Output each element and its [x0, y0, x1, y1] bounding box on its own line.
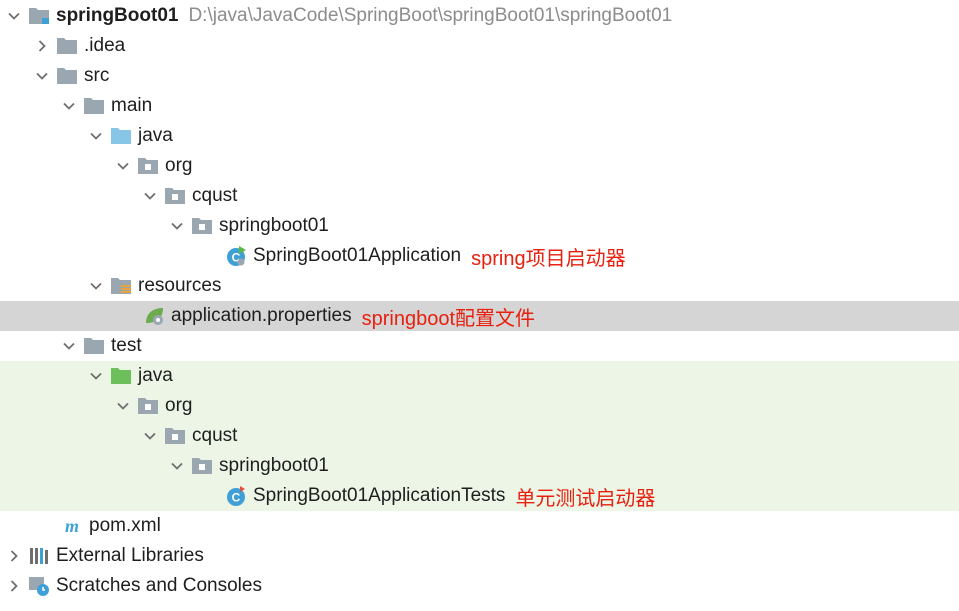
tree-node-label: cqust	[192, 425, 238, 446]
chevron-down-icon[interactable]	[61, 91, 77, 121]
tree-node-test-cqust[interactable]: cqust	[0, 421, 959, 451]
chevron-down-icon[interactable]	[88, 361, 104, 391]
chevron-down-icon[interactable]	[115, 391, 131, 421]
folder-icon	[83, 335, 105, 357]
tree-node-label: application.properties	[171, 305, 352, 326]
tree-node-pom[interactable]: pom.xml	[0, 511, 959, 541]
spring-properties-icon	[143, 305, 165, 327]
package-icon	[137, 395, 159, 417]
folder-icon	[56, 65, 78, 87]
tree-node-main[interactable]: main	[0, 91, 959, 121]
package-icon	[137, 155, 159, 177]
package-icon	[164, 185, 186, 207]
tree-node-label: cqust	[192, 185, 238, 206]
tree-node-main-cqust[interactable]: cqust	[0, 181, 959, 211]
project-path: D:\java\JavaCode\SpringBoot\springBoot01…	[188, 5, 673, 26]
tree-node-test[interactable]: test	[0, 331, 959, 361]
test-folder-icon	[110, 365, 132, 387]
tree-node-label: src	[84, 65, 110, 86]
package-icon	[191, 455, 213, 477]
scratches-icon	[28, 575, 50, 597]
folder-icon	[56, 35, 78, 57]
tree-node-main-java[interactable]: java	[0, 121, 959, 151]
chevron-down-icon[interactable]	[169, 211, 185, 241]
tree-node-test-springboot01[interactable]: springboot01	[0, 451, 959, 481]
chevron-right-icon[interactable]	[6, 571, 22, 601]
project-name: springBoot01	[56, 5, 179, 26]
tree-node-label: org	[165, 395, 193, 416]
chevron-down-icon[interactable]	[142, 181, 158, 211]
tree-node-main-org[interactable]: org	[0, 151, 959, 181]
chevron-down-icon[interactable]	[169, 451, 185, 481]
tree-node-label: External Libraries	[56, 545, 204, 566]
resources-folder-icon	[110, 275, 132, 297]
tree-node-label: .idea	[84, 35, 126, 56]
tree-node-app-properties[interactable]: application.properties springboot配置文件	[0, 301, 959, 331]
chevron-down-icon[interactable]	[142, 421, 158, 451]
tree-node-label: java	[138, 125, 173, 146]
tree-node-src[interactable]: src	[0, 61, 959, 91]
tree-node-scratches[interactable]: Scratches and Consoles	[0, 571, 959, 601]
annotation-spring-launcher: spring项目启动器	[471, 247, 626, 270]
chevron-right-icon[interactable]	[34, 31, 50, 61]
tree-node-label: resources	[138, 275, 222, 296]
chevron-down-icon[interactable]	[61, 331, 77, 361]
tree-node-external-libraries[interactable]: External Libraries	[0, 541, 959, 571]
maven-icon	[61, 515, 83, 537]
tree-node-test-java[interactable]: java	[0, 361, 959, 391]
tree-node-label: pom.xml	[89, 515, 161, 536]
tree-node-label: springboot01	[219, 215, 329, 236]
annotation-unit-test-launcher: 单元测试启动器	[515, 487, 656, 510]
tree-node-label: springboot01	[219, 455, 329, 476]
test-class-icon	[225, 485, 247, 507]
tree-node-label: main	[111, 95, 153, 116]
source-folder-icon	[110, 125, 132, 147]
spring-boot-class-icon	[225, 245, 247, 267]
tree-node-label: Scratches and Consoles	[56, 575, 262, 596]
folder-icon	[83, 95, 105, 117]
tree-node-test-org[interactable]: org	[0, 391, 959, 421]
package-icon	[164, 425, 186, 447]
tree-node-label: test	[111, 335, 142, 356]
package-icon	[191, 215, 213, 237]
tree-node-resources[interactable]: resources	[0, 271, 959, 301]
tree-node-label: SpringBoot01ApplicationTests	[253, 485, 506, 506]
chevron-right-icon[interactable]	[6, 541, 22, 571]
tree-node-app-class[interactable]: SpringBoot01Application spring项目启动器	[0, 241, 959, 271]
chevron-down-icon[interactable]	[6, 1, 22, 31]
annotation-config-file: springboot配置文件	[361, 307, 536, 330]
tree-node-project-root[interactable]: springBoot01 D:\java\JavaCode\SpringBoot…	[0, 1, 959, 31]
tree-node-idea[interactable]: .idea	[0, 31, 959, 61]
chevron-down-icon[interactable]	[88, 271, 104, 301]
chevron-down-icon[interactable]	[88, 121, 104, 151]
chevron-down-icon[interactable]	[34, 61, 50, 91]
module-folder-icon	[28, 5, 50, 27]
libraries-icon	[28, 545, 50, 567]
tree-node-label: java	[138, 365, 173, 386]
tree-node-main-springboot01[interactable]: springboot01	[0, 211, 959, 241]
tree-node-label: SpringBoot01Application	[253, 245, 462, 266]
chevron-down-icon[interactable]	[115, 151, 131, 181]
tree-node-test-class[interactable]: SpringBoot01ApplicationTests 单元测试启动器	[0, 481, 959, 511]
tree-node-label: org	[165, 155, 193, 176]
